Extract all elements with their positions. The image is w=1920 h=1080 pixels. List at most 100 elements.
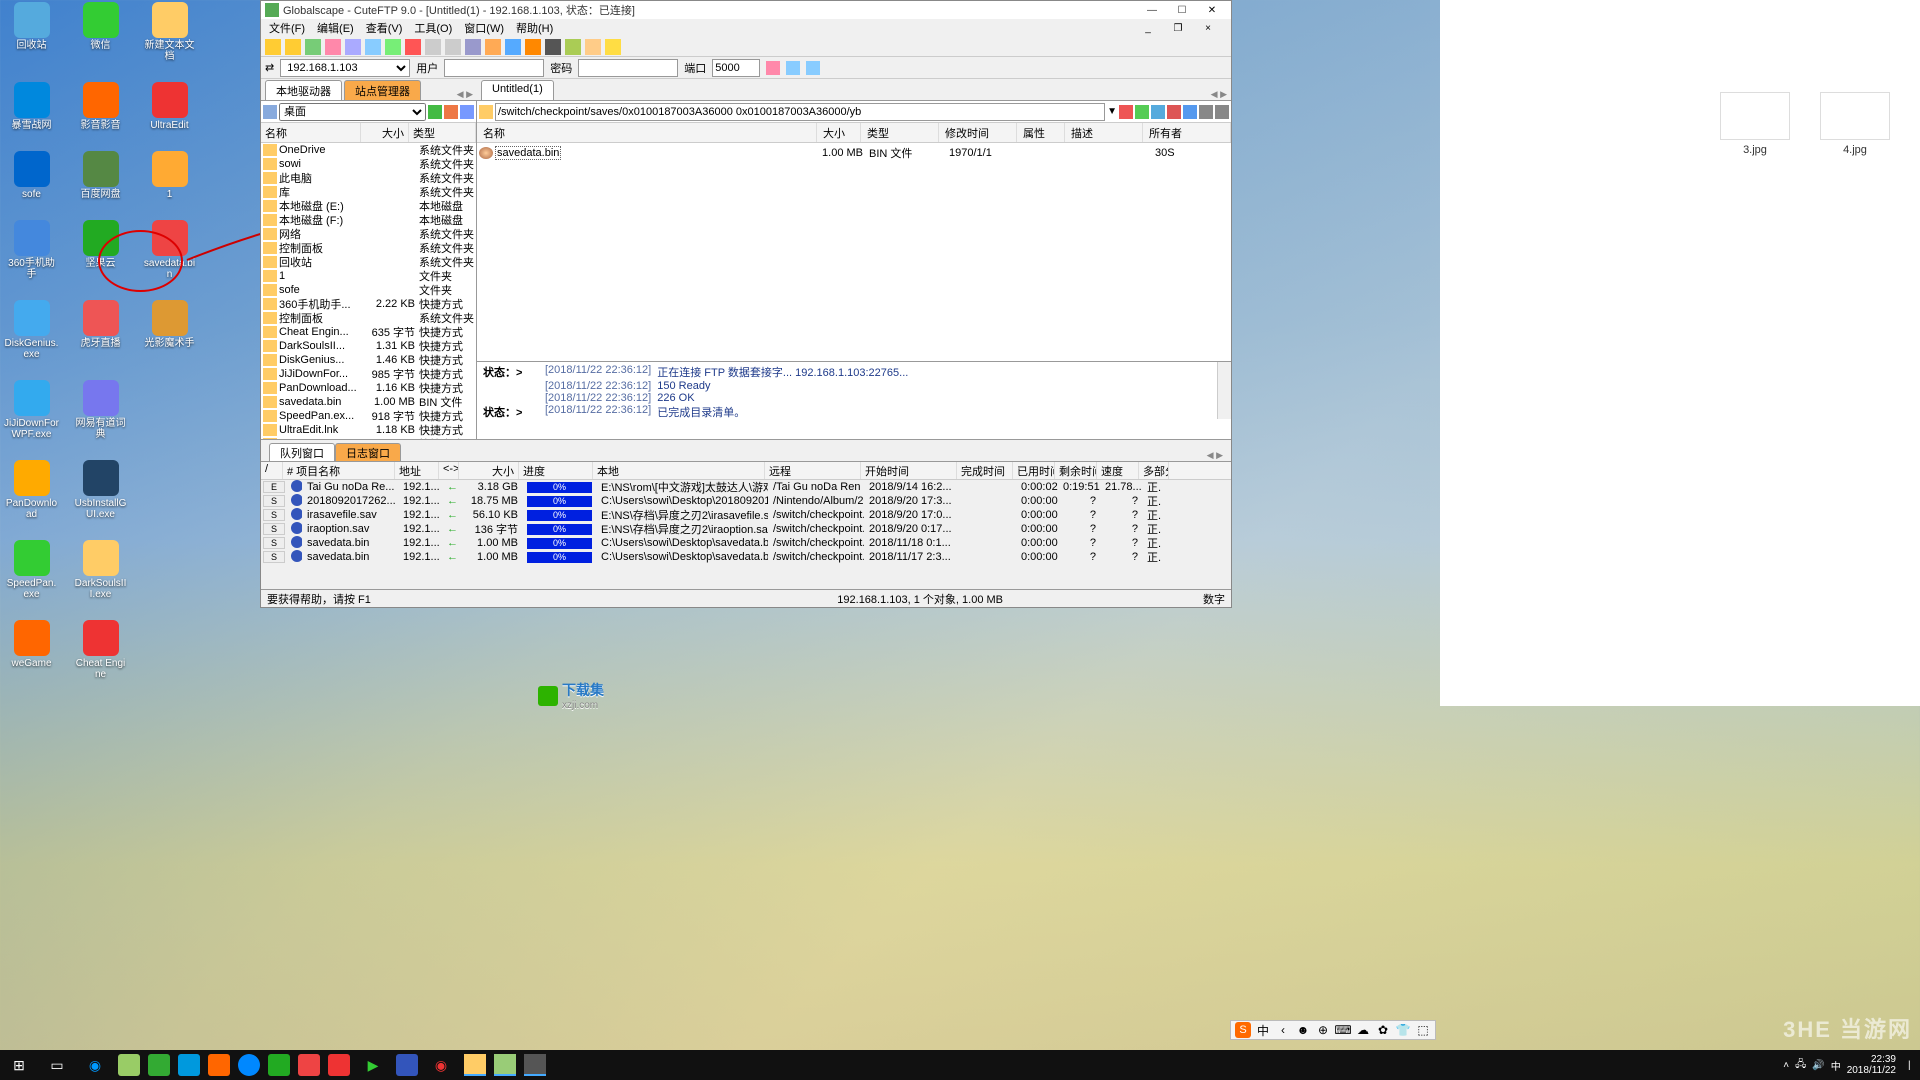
taskbar-app-icon[interactable] <box>148 1054 170 1076</box>
local-file-row[interactable]: 库系统文件夹 <box>261 185 476 199</box>
desktop-icon[interactable]: Cheat Engine <box>73 620 128 680</box>
shield-icon[interactable] <box>605 39 621 55</box>
switch-icon[interactable] <box>460 105 474 119</box>
menu-item[interactable]: 查看(V) <box>362 19 407 37</box>
desktop-icon[interactable]: 360手机助手 <box>4 220 59 280</box>
queue-row[interactable]: ETai Gu noDa Re...192.1...←3.18 GB0%E:\N… <box>261 480 1231 494</box>
globe-up-icon[interactable] <box>786 61 800 75</box>
tray-ime-icon[interactable]: 中 <box>1831 1058 1841 1073</box>
local-file-row[interactable]: SpeedPan.ex...918 字节快捷方式 <box>261 409 476 423</box>
local-file-row[interactable]: 本地磁盘 (E:)本地磁盘 <box>261 199 476 213</box>
desktop-icon[interactable]: sofe <box>4 151 59 200</box>
ime-button[interactable]: ⌨ <box>1335 1022 1351 1038</box>
tab-scroll-icons[interactable]: ◀ ▶ <box>457 89 473 100</box>
queue-row[interactable]: Sirasavefile.sav192.1...←56.10 KB0%E:\NS… <box>261 508 1231 522</box>
sogou-icon[interactable]: S <box>1235 1022 1251 1038</box>
desktop-icon[interactable]: 回收站 <box>4 2 59 62</box>
desktop-icon[interactable]: 微信 <box>73 2 128 62</box>
local-drive-select[interactable]: 桌面 <box>279 103 426 121</box>
ime-button[interactable]: 👕 <box>1395 1022 1411 1038</box>
desktop-icon[interactable]: 网易有道词典 <box>73 380 128 440</box>
local-file-row[interactable]: savedata.bin1.00 MBBIN 文件 <box>261 395 476 409</box>
desktop-icon[interactable]: weGame <box>4 620 59 680</box>
ime-button[interactable]: ‹ <box>1275 1022 1291 1038</box>
scrollbar[interactable] <box>1217 362 1231 419</box>
new-icon[interactable] <box>265 39 281 55</box>
edit-icon[interactable] <box>485 39 501 55</box>
forward-icon[interactable] <box>445 39 461 55</box>
tab-queue[interactable]: 队列窗口 <box>269 443 335 461</box>
local-file-row[interactable]: 本地磁盘 (F:)本地磁盘 <box>261 213 476 227</box>
wizard-icon[interactable] <box>345 39 361 55</box>
local-file-row[interactable]: sofe文件夹 <box>261 283 476 297</box>
local-file-row[interactable]: 控制面板系统文件夹 <box>261 241 476 255</box>
disk-icon[interactable] <box>465 39 481 55</box>
queue-row[interactable]: Ssavedata.bin192.1...←1.00 MB0%C:\Users\… <box>261 550 1231 564</box>
globe-down-icon[interactable] <box>806 61 820 75</box>
desktop-icon[interactable]: 影音影音 <box>73 82 128 131</box>
bookmark-red-icon[interactable] <box>1119 105 1133 119</box>
taskbar-app-icon[interactable]: ◉ <box>80 1050 110 1080</box>
menu-item[interactable]: 文件(F) <box>265 19 309 37</box>
taskbar-app-icon[interactable] <box>118 1054 140 1076</box>
host-select[interactable]: 192.168.1.103 <box>280 59 410 77</box>
task-view-button[interactable]: ▭ <box>42 1050 72 1080</box>
notification-button[interactable]: | <box>1908 1060 1916 1071</box>
remote-path-input[interactable] <box>495 103 1105 121</box>
queue-row[interactable]: S2018092017262...192.1...←18.75 MB0%C:\U… <box>261 494 1231 508</box>
ime-button[interactable]: ☻ <box>1295 1022 1311 1038</box>
tab-scroll-icons[interactable]: ◀ ▶ <box>1211 89 1227 100</box>
file-thumbnail[interactable]: 3.jpg <box>1720 92 1790 192</box>
desktop-icon[interactable]: SpeedPan.exe <box>4 540 59 600</box>
ime-button[interactable]: ⬚ <box>1415 1022 1431 1038</box>
desktop-icon[interactable]: 虎牙直播 <box>73 300 128 360</box>
quick-connect-icon[interactable] <box>766 61 780 75</box>
taskbar-clock[interactable]: 22:39 2018/11/22 <box>1847 1054 1902 1076</box>
desktop-icon[interactable]: JiJiDownForWPF.exe <box>4 380 59 440</box>
local-file-row[interactable]: PanDownload...1.16 KB快捷方式 <box>261 381 476 395</box>
tab-remote-session[interactable]: Untitled(1) <box>481 80 554 100</box>
desktop-icon[interactable]: UsbInstallGUI.exe <box>73 460 128 520</box>
close-conn-icon[interactable] <box>1167 105 1181 119</box>
password-input[interactable] <box>578 59 678 77</box>
view-icon[interactable] <box>505 39 521 55</box>
local-file-row[interactable]: 回收站系统文件夹 <box>261 255 476 269</box>
tab-site-manager[interactable]: 站点管理器 <box>344 80 421 100</box>
queue-row[interactable]: Siraoption.sav192.1...←136 字节0%E:\NS\存档\… <box>261 522 1231 536</box>
local-file-row[interactable]: 1文件夹 <box>261 269 476 283</box>
local-file-row[interactable]: 360手机助手...2.22 KB快捷方式 <box>261 297 476 311</box>
taskbar-explorer-icon[interactable] <box>464 1054 486 1076</box>
taskbar-app-icon[interactable] <box>298 1054 320 1076</box>
local-file-row[interactable]: 此电脑系统文件夹 <box>261 171 476 185</box>
doc-min-button[interactable]: _ <box>1133 19 1163 37</box>
tray-up-icon[interactable]: ˄ <box>1783 1060 1789 1071</box>
remote-column-headers[interactable]: 名称 大小 类型 修改时间 属性 描述 所有者 <box>477 123 1231 143</box>
taskbar-app-icon[interactable]: ▶ <box>358 1050 388 1080</box>
sync-icon[interactable] <box>1183 105 1197 119</box>
local-column-headers[interactable]: 名称 大小 类型 <box>261 123 476 143</box>
tab-log[interactable]: 日志窗口 <box>335 443 401 461</box>
desktop-icon[interactable]: DarkSoulsIII.exe <box>73 540 128 600</box>
taskbar-app-icon[interactable] <box>178 1054 200 1076</box>
ime-button[interactable]: 中 <box>1255 1022 1271 1038</box>
disc-icon[interactable] <box>565 39 581 55</box>
taskbar-app-icon[interactable] <box>328 1054 350 1076</box>
menu-item[interactable]: 工具(O) <box>410 19 456 37</box>
local-file-row[interactable]: Cheat Engin...635 字节快捷方式 <box>261 325 476 339</box>
bookmark-green-icon[interactable] <box>1135 105 1149 119</box>
taskbar-app-icon[interactable] <box>268 1054 290 1076</box>
menu-item[interactable]: 编辑(E) <box>313 19 358 37</box>
local-file-row[interactable]: DarkSoulsII...1.31 KB快捷方式 <box>261 339 476 353</box>
doc-close-button[interactable]: × <box>1193 19 1223 37</box>
remote-file-list[interactable]: savedata.bin1.00 MBBIN 文件1970/1/130S <box>477 143 1231 361</box>
menu-item[interactable]: 窗口(W) <box>460 19 508 37</box>
local-file-row[interactable]: OneDrive系统文件夹 <box>261 143 476 157</box>
open-icon[interactable] <box>285 39 301 55</box>
local-file-list[interactable]: OneDrive系统文件夹sowi系统文件夹此电脑系统文件夹库系统文件夹本地磁盘… <box>261 143 476 439</box>
queue-list[interactable]: ETai Gu noDa Re...192.1...←3.18 GB0%E:\N… <box>261 480 1231 589</box>
up-icon[interactable] <box>428 105 442 119</box>
detail-icon[interactable] <box>1215 105 1229 119</box>
taskbar-app-active-icon[interactable] <box>494 1054 516 1076</box>
local-file-row[interactable]: DiskGenius...1.46 KB快捷方式 <box>261 353 476 367</box>
local-file-row[interactable]: UltraEdit.lnk1.18 KB快捷方式 <box>261 423 476 437</box>
